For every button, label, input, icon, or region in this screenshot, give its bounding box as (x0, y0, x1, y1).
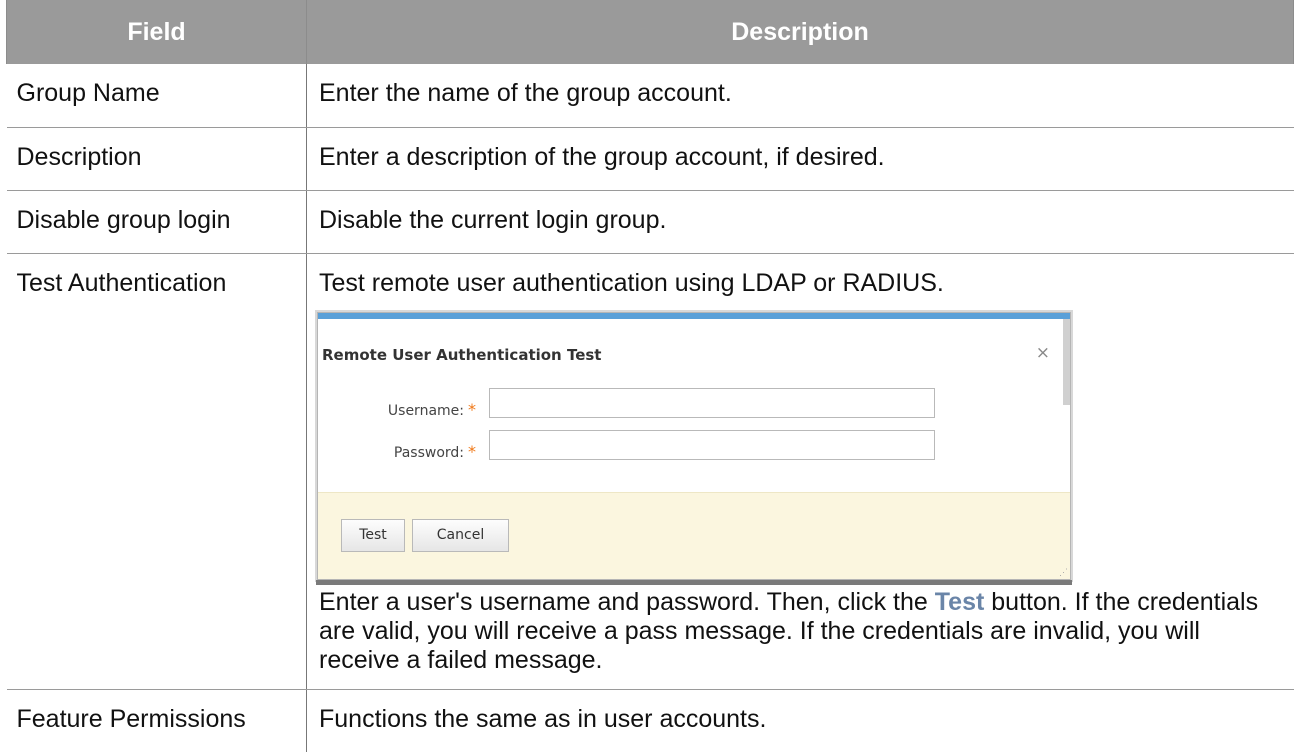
resize-grip-icon[interactable]: ⋰ (1059, 567, 1068, 577)
password-label-text: Password: (393, 444, 464, 461)
test-button[interactable]: Test (341, 518, 405, 552)
password-input[interactable] (489, 429, 935, 460)
dialog-accent-bar (318, 312, 1070, 319)
instructions-text: Enter a user's username and password. Th… (319, 587, 935, 616)
field-description: Enter the name of the group account. (306, 64, 1294, 128)
username-row: Username: * (318, 387, 1070, 422)
table-header-row: Field Description (6, 0, 1294, 64)
field-description: Functions the same as in user accounts. (319, 704, 767, 733)
field-description-table: Field Description Group Name Enter the n… (6, 0, 1294, 752)
header-description: Description (306, 0, 1294, 64)
field-description: Enter a description of the group account… (306, 127, 1294, 191)
username-input[interactable] (489, 387, 935, 418)
cancel-button[interactable]: Cancel (412, 518, 509, 552)
password-row: Password: * (318, 429, 1070, 464)
dialog-footer: Test Cancel (318, 491, 1070, 579)
test-keyword: Test (934, 587, 985, 616)
table-row: Feature Permissions Functions the same a… (6, 689, 1294, 752)
field-name: Feature Permissions (6, 689, 307, 752)
table-row: Disable group login Disable the current … (6, 190, 1294, 254)
field-description: Test remote user authentication using LD… (319, 268, 944, 297)
field-name: Description (6, 127, 307, 191)
header-field: Field (6, 0, 307, 64)
table-row: Group Name Enter the name of the group a… (6, 64, 1294, 128)
required-star-icon: * (468, 399, 476, 419)
test-instructions: Enter a user's username and password. Th… (319, 588, 1284, 675)
password-label: Password: * (394, 437, 476, 468)
field-name: Test Authentication (6, 253, 307, 690)
table-row: Description Enter a description of the g… (6, 127, 1294, 191)
username-label-text: Username: (387, 402, 464, 419)
table-row: Test Authentication Test remote user aut… (6, 253, 1294, 690)
field-name: Disable group login (6, 190, 307, 254)
dialog-shadow (316, 579, 1072, 585)
remote-auth-test-dialog: Remote User Authentication Test × Userna… (316, 311, 1072, 585)
close-icon[interactable]: × (1036, 339, 1050, 368)
field-description: Disable the current login group. (306, 190, 1294, 254)
required-star-icon: * (468, 441, 476, 461)
username-label: Username: * (388, 395, 476, 426)
field-description-cell: Test remote user authentication using LD… (306, 253, 1294, 690)
field-name: Group Name (6, 64, 307, 128)
dialog-title: Remote User Authentication Test (322, 345, 602, 364)
